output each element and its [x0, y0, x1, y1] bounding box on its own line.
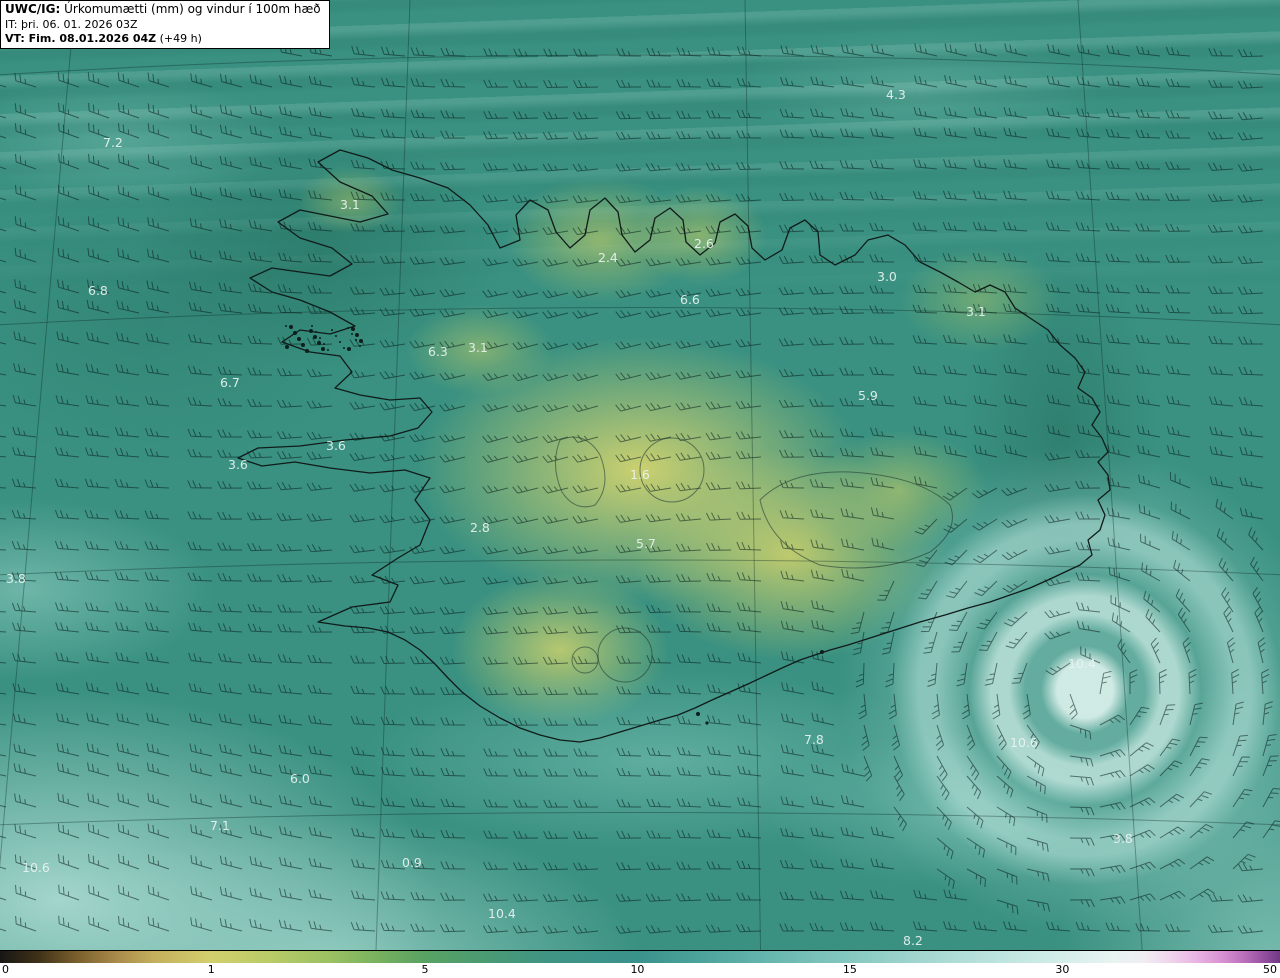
- value-label: 0.9: [402, 855, 422, 870]
- colorbar-tick: 15: [842, 963, 857, 976]
- value-label: 6.8: [88, 283, 108, 298]
- iceland-coastline: [237, 149, 1111, 743]
- map-title: Úrkomumætti (mm) og vindur í 100m hæð: [60, 2, 321, 16]
- value-label: 3.8: [6, 571, 26, 586]
- colorbar-tick: 5: [421, 963, 429, 976]
- value-label: 3.8: [1113, 831, 1133, 846]
- colorbar: 0 1 5 10 15 30 50: [0, 950, 1280, 978]
- colorbar-tick: 0: [2, 963, 9, 976]
- map-title-line: UWC/IG: Úrkomumætti (mm) og vindur í 100…: [5, 2, 321, 18]
- value-label: 10.4: [1068, 656, 1096, 671]
- value-label: 6.0: [290, 771, 310, 786]
- colorbar-tick: 1: [207, 963, 215, 976]
- model-name: UWC/IG:: [5, 2, 61, 16]
- value-label: 3.1: [340, 197, 360, 212]
- valid-time: VT: Fim. 08.01.2026 04Z (+49 h): [5, 32, 321, 46]
- colorbar-tick: 30: [1055, 963, 1070, 976]
- value-label: 10.6: [1010, 735, 1038, 750]
- colorbar-tick: 10: [630, 963, 645, 976]
- weather-map-viewport: 4.3 7.2 3.1 6.8 2.4 2.6 3.0 6.6 3.1 6.3 3.1 6.7 5.9 3…: [0, 0, 1280, 978]
- value-label: 1.6: [630, 467, 650, 482]
- value-label: 7.2: [103, 135, 123, 150]
- value-label: 2.4: [598, 250, 618, 265]
- value-label: 7.8: [804, 732, 824, 747]
- valid-time-offset: (+49 h): [156, 31, 202, 45]
- title-box: UWC/IG: Úrkomumætti (mm) og vindur í 100…: [0, 0, 330, 50]
- wind-barbs: [0, 43, 1280, 934]
- value-label: 10.4: [488, 906, 516, 921]
- value-label: 3.1: [966, 304, 986, 319]
- value-label: 2.8: [470, 520, 490, 535]
- value-label: 3.6: [228, 457, 248, 472]
- value-label: 6.3: [428, 344, 448, 359]
- colorbar-tick: 50: [1263, 963, 1277, 976]
- value-label: 8.2: [903, 933, 923, 948]
- map-overlay: 4.3 7.2 3.1 6.8 2.4 2.6 3.0 6.6 3.1 6.3 3.1 6.7 5.9 3…: [0, 0, 1280, 978]
- colorbar-gradient: [0, 950, 1280, 963]
- value-label: 3.1: [468, 340, 488, 355]
- value-label: 4.3: [886, 87, 906, 102]
- colorbar-tick-labels: 0 1 5 10 15 30 50: [0, 963, 1280, 978]
- value-label: 10.6: [22, 860, 50, 875]
- value-label: 5.7: [636, 536, 656, 551]
- init-time: IT: þri. 06. 01. 2026 03Z: [5, 17, 138, 31]
- value-label: 2.6: [694, 236, 714, 251]
- value-label: 6.7: [220, 375, 240, 390]
- value-label: 7.1: [210, 818, 230, 833]
- value-label: 3.6: [326, 438, 346, 453]
- value-label: 5.9: [858, 388, 878, 403]
- island-dots: [285, 325, 824, 725]
- valid-time-main: VT: Fim. 08.01.2026 04Z: [5, 31, 157, 45]
- value-label: 3.0: [877, 269, 897, 284]
- value-label: 6.6: [680, 292, 700, 307]
